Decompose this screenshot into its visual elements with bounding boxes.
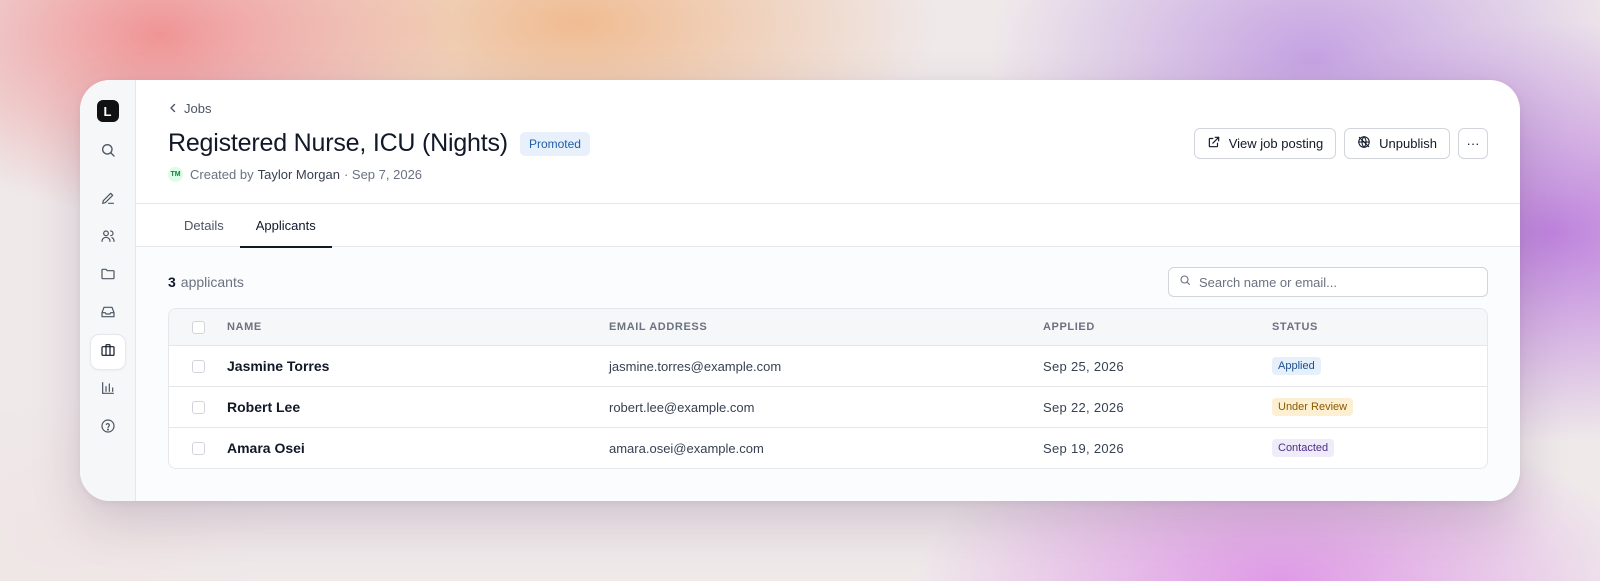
applicants-toolbar: 3 applicants (168, 267, 1488, 297)
search-input[interactable] (1199, 274, 1477, 290)
column-header-name[interactable]: NAME (227, 321, 609, 333)
sidebar-item-search[interactable] (90, 134, 126, 170)
applicant-name[interactable]: Amara Osei (227, 440, 609, 456)
applicant-name[interactable]: Jasmine Torres (227, 358, 609, 374)
sidebar: L (80, 80, 136, 501)
author-name[interactable]: Taylor Morgan (258, 167, 340, 182)
view-job-posting-label: View job posting (1228, 136, 1324, 151)
chevron-left-icon (168, 101, 178, 116)
row-checkbox[interactable] (191, 400, 205, 414)
row-checkbox[interactable] (191, 359, 205, 373)
created-date: · Sep 7, 2026 (343, 167, 423, 182)
column-header-status[interactable]: STATUS (1272, 321, 1487, 333)
search-icon (100, 142, 116, 163)
status-badge: Applied (1272, 357, 1321, 375)
table-row[interactable]: Robert Lee robert.lee@example.com Sep 22… (169, 386, 1487, 427)
users-icon (100, 228, 116, 249)
app-logo[interactable]: L (96, 100, 119, 122)
page-title: Registered Nurse, ICU (Nights) (168, 129, 508, 157)
applicant-applied-date: Sep 25, 2026 (1043, 358, 1124, 374)
applicants-table: NAME EMAIL ADDRESS APPLIED STATUS Jasmin… (168, 308, 1488, 469)
sidebar-item-reports[interactable] (90, 372, 126, 408)
table-row[interactable]: Jasmine Torres jasmine.torres@example.co… (169, 345, 1487, 386)
table-header-row: NAME EMAIL ADDRESS APPLIED STATUS (169, 309, 1487, 345)
applicant-search (1168, 267, 1488, 297)
promoted-badge: Promoted (519, 131, 590, 156)
applicant-count-label: applicants (180, 274, 244, 290)
page-header: Jobs Registered Nurse, ICU (Nights) Prom… (136, 80, 1520, 203)
unpublish-label: Unpublish (1379, 136, 1437, 151)
sidebar-item-jobs[interactable] (89, 334, 126, 370)
job-tabs: Details Applicants (136, 203, 1520, 248)
more-horizontal-icon: ··· (1466, 136, 1480, 151)
applicant-applied-date: Sep 19, 2026 (1043, 440, 1124, 456)
search-icon (1179, 273, 1191, 291)
sidebar-item-inbox[interactable] (90, 296, 126, 332)
table-row[interactable]: Amara Osei amara.osei@example.com Sep 19… (169, 427, 1487, 468)
tab-applicants[interactable]: Applicants (239, 204, 332, 248)
inbox-icon (100, 304, 116, 325)
applicant-count-number: 3 (168, 274, 176, 290)
applicant-applied-date: Sep 22, 2026 (1043, 399, 1124, 415)
external-link-icon (1207, 135, 1221, 152)
applicant-name[interactable]: Robert Lee (227, 399, 609, 415)
column-header-email[interactable]: EMAIL ADDRESS (609, 321, 1043, 333)
tab-details[interactable]: Details (168, 204, 240, 247)
status-badge: Under Review (1272, 398, 1354, 416)
row-checkbox[interactable] (191, 441, 205, 455)
help-circle-icon (100, 418, 116, 439)
status-badge: Contacted (1272, 439, 1335, 457)
sidebar-item-help[interactable] (90, 410, 126, 446)
sidebar-item-compose[interactable] (90, 182, 126, 218)
folder-icon (100, 266, 116, 287)
app-window: L Jobs Registered Nurse, ICU (Nights) Pr… (80, 80, 1520, 501)
back-link[interactable]: Jobs (168, 101, 211, 116)
pencil-icon (100, 190, 116, 211)
applicant-count: 3 applicants (168, 274, 244, 290)
more-options-button[interactable]: ··· (1458, 128, 1488, 159)
unpublish-button[interactable]: Unpublish (1344, 128, 1450, 159)
globe-off-icon (1357, 135, 1371, 152)
header-actions: View job posting Unpublish ··· (1193, 128, 1488, 159)
applicant-email: jasmine.torres@example.com (609, 358, 782, 374)
briefcase-icon (100, 342, 116, 363)
main-panel: Jobs Registered Nurse, ICU (Nights) Prom… (136, 80, 1520, 501)
created-by-label: Created by (190, 167, 254, 182)
applicant-email: robert.lee@example.com (609, 399, 755, 415)
select-all-checkbox[interactable] (191, 320, 205, 334)
created-meta: TM Created by Taylor Morgan · Sep 7, 202… (168, 167, 1488, 182)
avatar: TM (168, 167, 183, 182)
column-header-applied[interactable]: APPLIED (1043, 321, 1272, 333)
sidebar-item-files[interactable] (90, 258, 126, 294)
bar-chart-icon (100, 380, 116, 401)
applicants-panel: 3applicants NAME EMAIL ADDRESS APPLIED S… (136, 247, 1520, 501)
back-link-label: Jobs (184, 101, 212, 116)
applicant-email: amara.osei@example.com (609, 440, 764, 456)
sidebar-item-people[interactable] (90, 220, 126, 256)
view-job-posting-button[interactable]: View job posting (1193, 128, 1337, 159)
